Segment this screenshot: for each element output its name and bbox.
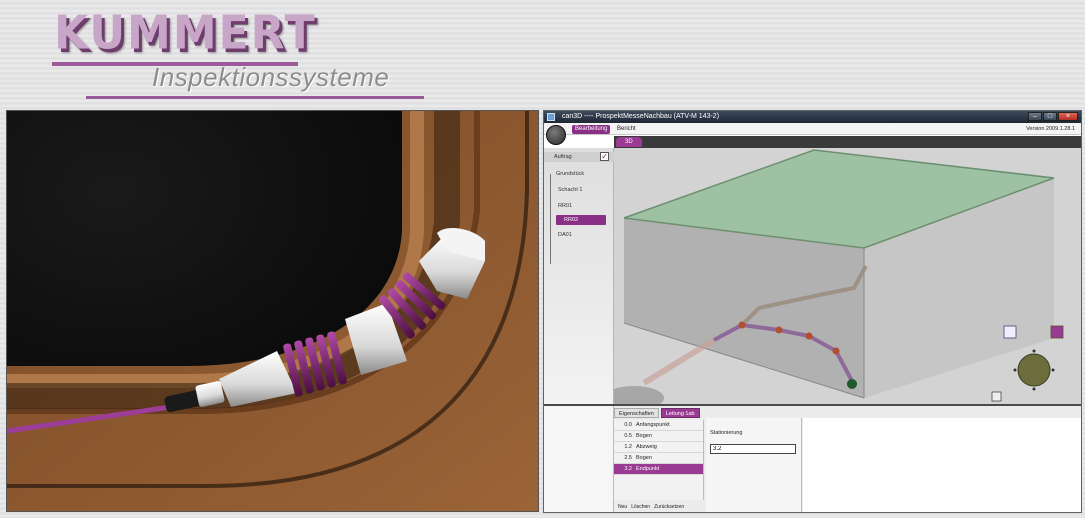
bottom-left-blank — [544, 406, 614, 512]
logo-underline — [86, 96, 424, 99]
tree-item-grundstueck[interactable]: Grundstück — [556, 169, 584, 179]
tab-bearbeitung[interactable]: Bearbeitung — [572, 125, 611, 134]
list-item[interactable]: 0.5 Bogen — [614, 431, 703, 442]
maximize-button[interactable]: □ — [1043, 112, 1057, 121]
list-item-selected[interactable]: 3.2 Endpunkt — [614, 464, 703, 475]
navigation-compass[interactable] — [1017, 353, 1051, 387]
point-list: 0.0 Anfangspunkt 0.5 Bogen 1.2 Abzweig 2… — [614, 420, 704, 500]
pipe-node[interactable] — [738, 321, 746, 329]
tree-item-schacht-1[interactable]: Schacht 1 — [558, 185, 582, 195]
3d-viewport[interactable] — [614, 148, 1081, 404]
window-title: can3D ---- ProspektMesseNachbau (ATV-M 1… — [562, 113, 720, 120]
pan-tool-icon[interactable] — [1003, 325, 1017, 339]
stationierung-input[interactable] — [710, 444, 796, 454]
tree-connector — [550, 174, 551, 264]
project-tree: Auftrag ✓ Grundstück Schacht 1 RR01 RR02… — [544, 148, 614, 404]
tree-item-da01[interactable]: DA01 — [558, 230, 572, 240]
details-area — [803, 418, 1081, 512]
pipe-node[interactable] — [805, 332, 813, 340]
pipe-endpoint[interactable] — [847, 379, 857, 389]
properties-panel: Eigenschaften Leitung 1ab 0.0 Anfangspun… — [544, 404, 1081, 512]
close-button[interactable]: × — [1058, 112, 1078, 121]
new-button[interactable]: Neu — [618, 502, 627, 512]
can3d-window: can3D ---- ProspektMesseNachbau (ATV-M 1… — [543, 110, 1082, 513]
pipe-node[interactable] — [832, 347, 840, 355]
auftrag-checkbox[interactable]: ✓ — [600, 152, 609, 161]
minimize-button[interactable]: – — [1028, 112, 1042, 121]
list-item[interactable]: 2.5 Bogen — [614, 453, 703, 464]
property-editor: Stationierung — [706, 418, 802, 512]
tab-3d-view[interactable]: 3D — [616, 137, 642, 147]
version-label: Version 2009.1.28.1 — [1026, 126, 1075, 132]
pipe-robot-render — [6, 110, 539, 512]
tab-bericht[interactable]: Bericht — [614, 125, 639, 134]
logo-brand: KUMMERT — [54, 6, 317, 61]
tab-eigenschaften[interactable]: Eigenschaften — [614, 408, 659, 418]
reset-button[interactable]: Zurücksetzen — [654, 502, 684, 512]
tab-leitung[interactable]: Leitung 1ab — [660, 408, 700, 418]
delete-button[interactable]: Löschen — [631, 502, 650, 512]
stationierung-label: Stationierung — [710, 430, 743, 436]
app-icon — [547, 113, 555, 121]
3d-scene — [614, 148, 1081, 404]
logo-tagline: Inspektionssysteme — [152, 62, 390, 92]
view-options-icon[interactable] — [1050, 325, 1064, 339]
list-item[interactable]: 1.2 Abzweig — [614, 442, 703, 453]
view-tab-strip — [614, 136, 1081, 148]
zoom-extents-icon[interactable] — [991, 391, 1002, 402]
window-titlebar: can3D ---- ProspektMesseNachbau (ATV-M 1… — [544, 111, 1081, 123]
tree-item-rr02[interactable]: RR02 — [556, 215, 606, 225]
application-menu-button[interactable] — [546, 125, 566, 145]
list-item[interactable]: 0.0 Anfangspunkt — [614, 420, 703, 431]
pipe-robot-illustration — [7, 111, 538, 511]
tree-item-rr01[interactable]: RR01 — [558, 201, 572, 211]
company-logo: KUMMERT Inspektionssysteme — [48, 6, 448, 106]
pipe-node[interactable] — [775, 326, 783, 334]
ribbon-bar: Bearbeitung Bericht Version 2009.1.28.1 — [544, 123, 1081, 135]
